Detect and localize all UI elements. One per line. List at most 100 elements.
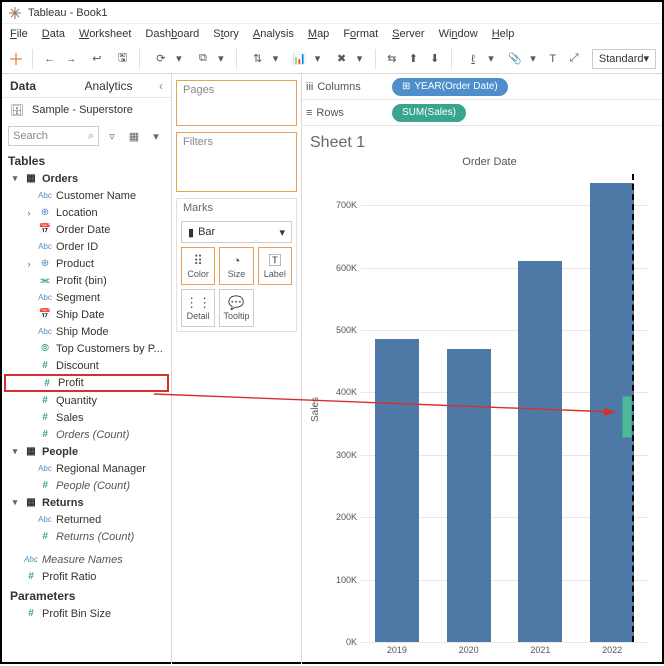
field-location[interactable]: ›⊕Location [4, 204, 169, 221]
columns-pill[interactable]: ⊞YEAR(Order Date) [392, 78, 508, 96]
field-returned[interactable]: AbcReturned [4, 511, 169, 528]
tab-data[interactable]: Data [2, 74, 77, 97]
field-order-id[interactable]: AbcOrder ID [4, 238, 169, 255]
clear-button[interactable]: ✖ [330, 48, 354, 70]
forward-button[interactable]: → [63, 48, 78, 70]
mark-tooltip[interactable]: 💬Tooltip [219, 289, 253, 327]
bar-2019[interactable] [375, 339, 419, 642]
sort-asc-button[interactable]: 📊 [288, 48, 312, 70]
collapse-button[interactable]: ‹ [151, 74, 171, 97]
columns-shelf[interactable]: iiiColumns ⊞YEAR(Order Date) [302, 74, 662, 100]
new-datasource-dropdown[interactable]: ▾ [173, 48, 185, 70]
logo-icon[interactable] [8, 48, 23, 70]
rows-pill[interactable]: SUM(Sales) [392, 104, 466, 122]
field-orders-count-[interactable]: #Orders (Count) [4, 426, 169, 443]
field-top-customers-by-p-[interactable]: ⦾Top Customers by P... [4, 340, 169, 357]
mark-size[interactable]: ◔Size [219, 247, 253, 285]
fit-select[interactable]: Standard▾ [592, 49, 656, 69]
columns-icon: iii [306, 81, 313, 93]
fit-icon[interactable]: ⤢ [566, 48, 581, 70]
sort-desc-icon[interactable]: ⬇ [427, 48, 442, 70]
field-tree: ▾▦OrdersAbcCustomer Name›⊕Location📅Order… [2, 170, 171, 626]
menu-map[interactable]: Map [308, 28, 329, 40]
field-order-date[interactable]: 📅Order Date [4, 221, 169, 238]
back-button[interactable]: ← [42, 48, 57, 70]
text-button[interactable]: T [545, 48, 560, 70]
y-tick: 700K [336, 200, 357, 210]
bar-2021[interactable] [518, 261, 562, 642]
menu-worksheet[interactable]: Worksheet [79, 28, 131, 40]
x-tick: 2020 [459, 642, 479, 655]
chart: Order Date 0K100K200K300K400K500K600K700… [323, 156, 656, 662]
field-measure-names[interactable]: AbcMeasure Names [4, 551, 169, 568]
pin-dropdown[interactable]: ▾ [527, 48, 539, 70]
field-profit-bin-[interactable]: ⫘Profit (bin) [4, 272, 169, 289]
new-worksheet-dropdown[interactable]: ▾ [215, 48, 227, 70]
field-product[interactable]: ›⊕Product [4, 255, 169, 272]
datasource-row[interactable]: 🗄 Sample - Superstore [2, 98, 171, 122]
field-sales[interactable]: #Sales [4, 409, 169, 426]
menu-server[interactable]: Server [392, 28, 424, 40]
bar-icon: ▮ [188, 226, 194, 239]
search-input[interactable]: Search ⌕ [8, 126, 99, 146]
menu-story[interactable]: Story [213, 28, 239, 40]
filter-icon[interactable]: ▿ [103, 127, 121, 145]
field-regional-manager[interactable]: AbcRegional Manager [4, 460, 169, 477]
table-header[interactable]: ▾▦People [4, 443, 169, 460]
field-profit-ratio[interactable]: #Profit Ratio [4, 568, 169, 585]
sort-asc-icon[interactable]: ⬆ [406, 48, 421, 70]
mark-detail[interactable]: ⋮⋮Detail [181, 289, 215, 327]
pin-button[interactable]: 📎 [503, 48, 527, 70]
drop-indicator-pill [622, 396, 632, 438]
table-header[interactable]: ▾▦Orders [4, 170, 169, 187]
sheet-title[interactable]: Sheet 1 [308, 132, 656, 156]
menu-data[interactable]: Data [42, 28, 65, 40]
new-worksheet-button[interactable]: ⧉ [191, 48, 215, 70]
field-ship-date[interactable]: 📅Ship Date [4, 306, 169, 323]
field-returns-count-[interactable]: #Returns (Count) [4, 528, 169, 545]
y-tick: 0K [346, 637, 357, 647]
field-quantity[interactable]: #Quantity [4, 392, 169, 409]
sort-asc-dropdown[interactable]: ▾ [312, 48, 324, 70]
chevron-down-icon: ▾ [644, 52, 650, 65]
highlight-dropdown[interactable]: ▾ [485, 48, 497, 70]
field-ship-mode[interactable]: AbcShip Mode [4, 323, 169, 340]
bar-2020[interactable] [447, 349, 491, 642]
mark-label[interactable]: 🅃Label [258, 247, 292, 285]
y-tick: 500K [336, 325, 357, 335]
swap-button[interactable]: ⇅ [246, 48, 270, 70]
field-segment[interactable]: AbcSegment [4, 289, 169, 306]
field-discount[interactable]: #Discount [4, 357, 169, 374]
table-header[interactable]: ▾▦Returns [4, 494, 169, 511]
menu-help[interactable]: Help [492, 28, 515, 40]
menu-format[interactable]: Format [343, 28, 378, 40]
undo-button[interactable]: ↩ [85, 48, 109, 70]
menu-icon[interactable]: ▾ [147, 127, 165, 145]
mark-color[interactable]: ⠿Color [181, 247, 215, 285]
mark-type-select[interactable]: ▮Bar ▾ [181, 221, 292, 243]
clear-dropdown[interactable]: ▾ [354, 48, 366, 70]
x-tick: 2022 [602, 642, 622, 655]
search-icon: ⌕ [88, 130, 94, 143]
menu-file[interactable]: File [10, 28, 28, 40]
menu-window[interactable]: Window [439, 28, 478, 40]
menu-analysis[interactable]: Analysis [253, 28, 294, 40]
menu-dashboard[interactable]: Dashboard [145, 28, 199, 40]
swap-rc-button[interactable]: ⇆ [384, 48, 399, 70]
new-datasource-button[interactable]: ⟳ [149, 48, 173, 70]
highlight-button[interactable]: ℓ [461, 48, 485, 70]
view-icon[interactable]: ▦ [125, 127, 143, 145]
save-button[interactable]: 🖫 [115, 48, 130, 70]
color-icon: ⠿ [193, 254, 203, 267]
field-people-count-[interactable]: #People (Count) [4, 477, 169, 494]
param-profit-bin-size[interactable]: #Profit Bin Size [4, 605, 169, 622]
rows-shelf[interactable]: ≡Rows SUM(Sales) [302, 100, 662, 126]
window-title: Tableau - Book1 [28, 7, 108, 19]
swap-dropdown[interactable]: ▾ [270, 48, 282, 70]
field-customer-name[interactable]: AbcCustomer Name [4, 187, 169, 204]
pages-card[interactable]: Pages [176, 80, 297, 126]
tab-analytics[interactable]: Analytics [77, 74, 152, 97]
filters-card[interactable]: Filters [176, 132, 297, 192]
field-profit[interactable]: #Profit [4, 374, 169, 392]
datasource-icon: 🗄 [8, 101, 26, 119]
